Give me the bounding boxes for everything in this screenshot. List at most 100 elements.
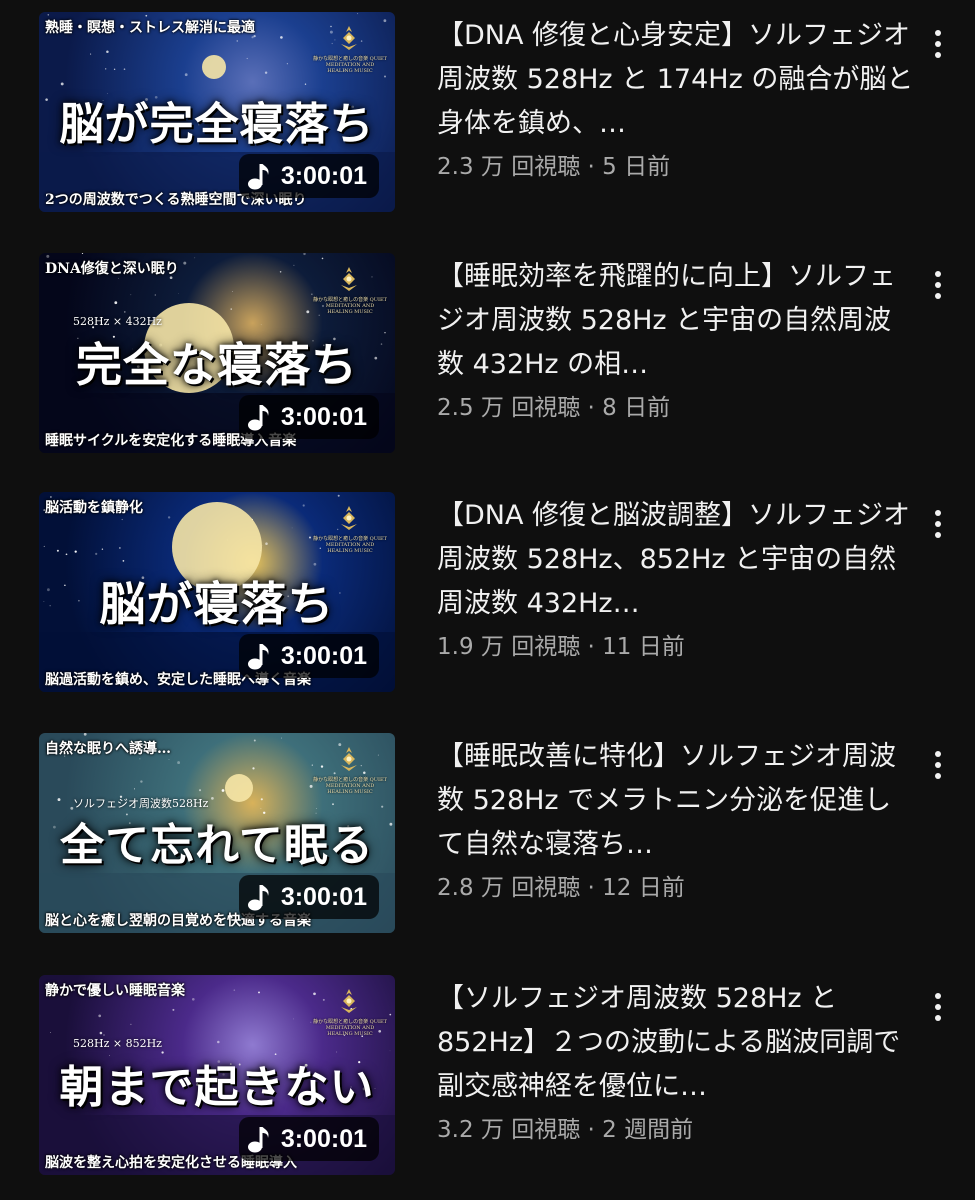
star-shape	[383, 19, 387, 23]
star-shape	[293, 264, 295, 267]
video-item[interactable]: 静かで優しい睡眠音楽 528Hz × 852Hz 朝まで起きない 脳波を整え心拍…	[0, 975, 975, 1175]
channel-emblem-icon	[341, 26, 357, 50]
star-shape	[105, 68, 107, 70]
star-shape	[381, 805, 384, 808]
channel-emblem-icon	[341, 506, 357, 530]
star-shape	[65, 553, 68, 556]
star-shape	[154, 294, 156, 296]
star-shape	[191, 997, 195, 1001]
more-options-icon[interactable]	[922, 741, 954, 789]
star-shape	[47, 14, 50, 16]
star-shape	[280, 36, 283, 39]
video-thumbnail[interactable]: 静かで優しい睡眠音楽 528Hz × 852Hz 朝まで起きない 脳波を整え心拍…	[39, 975, 395, 1175]
star-shape	[168, 759, 170, 760]
star-shape	[101, 548, 104, 550]
star-shape	[320, 765, 324, 768]
video-item[interactable]: DNA修復と深い眠り 528Hz × 432Hz 完全な寝落ち 睡眠サイクルを安…	[0, 253, 975, 453]
video-title[interactable]: 【睡眠改善に特化】ソルフェジオ周波数 528Hz でメラトニン分泌を促進して自然…	[437, 735, 917, 867]
star-shape	[231, 291, 233, 292]
video-title[interactable]: 【DNA 修復と脳波調整】ソルフェジオ周波数 528Hz、852Hz と宇宙の自…	[437, 494, 917, 626]
music-note-icon	[247, 405, 269, 431]
star-shape	[123, 68, 126, 70]
star-shape	[217, 1040, 220, 1044]
thumbnail-top-text: 脳活動を鎮静化	[45, 500, 143, 516]
more-options-icon[interactable]	[922, 983, 954, 1031]
music-note-icon	[247, 644, 269, 670]
video-meta: 【睡眠効率を飛躍的に向上】ソルフェジオ周波数 528Hz と宇宙の自然周波数 4…	[437, 255, 917, 422]
video-title[interactable]: 【ソルフェジオ周波数 528Hz と 852Hz】２つの波動による脳波同調で副交…	[437, 977, 917, 1109]
star-shape	[130, 1023, 132, 1026]
thumbnail-sub-text: 528Hz × 852Hz	[73, 1037, 162, 1050]
star-shape	[183, 261, 187, 265]
star-shape	[90, 53, 92, 55]
star-shape	[211, 797, 214, 800]
star-shape	[279, 271, 282, 273]
video-meta: 【DNA 修復と心身安定】ソルフェジオ周波数 528Hz と 174Hz の融合…	[437, 14, 917, 181]
star-shape	[113, 68, 116, 71]
star-shape	[308, 536, 312, 539]
star-shape	[331, 42, 333, 45]
star-shape	[337, 494, 340, 497]
star-shape	[83, 733, 87, 736]
duration-badge: 3:00:01	[238, 395, 379, 439]
star-shape	[332, 803, 334, 806]
thumbnail-top-text: DNA修復と深い眠り	[45, 261, 179, 277]
star-shape	[280, 737, 283, 739]
star-shape	[330, 25, 332, 28]
star-shape	[95, 552, 98, 555]
star-shape	[363, 771, 366, 775]
star-shape	[311, 764, 313, 766]
channel-emblem-icon	[341, 267, 357, 291]
star-shape	[130, 294, 132, 296]
star-shape	[56, 549, 59, 552]
channel-emblem-caption: 静かな瞑想と癒しの音楽 QUIET MEDITATION AND HEALING…	[313, 56, 387, 74]
more-options-icon[interactable]	[922, 261, 954, 309]
star-shape	[114, 301, 118, 305]
video-list: 熟睡・瞑想・ストレス解消に最適 脳が完全寝落ち 2つの周波数でつくる熟睡空間で深…	[0, 0, 975, 1200]
more-options-icon[interactable]	[922, 20, 954, 68]
star-shape	[50, 1032, 51, 1033]
thumbnail-main-text: 脳が完全寝落ち	[59, 99, 375, 150]
music-note-icon	[247, 1127, 269, 1153]
star-shape	[302, 504, 305, 507]
thumbnail-top-text: 自然な眠りへ誘導…	[45, 741, 171, 757]
star-shape	[99, 1031, 103, 1035]
star-shape	[74, 550, 77, 553]
video-thumbnail[interactable]: DNA修復と深い眠り 528Hz × 432Hz 完全な寝落ち 睡眠サイクルを安…	[39, 253, 395, 453]
video-title[interactable]: 【睡眠効率を飛躍的に向上】ソルフェジオ周波数 528Hz と宇宙の自然周波数 4…	[437, 255, 917, 387]
star-shape	[230, 308, 232, 310]
star-shape	[304, 83, 307, 85]
star-shape	[139, 758, 141, 760]
duration-text: 3:00:01	[280, 1124, 367, 1153]
duration-badge: 3:00:01	[238, 154, 379, 198]
star-shape	[119, 547, 121, 549]
star-shape	[194, 257, 196, 259]
more-options-icon[interactable]	[922, 500, 954, 548]
star-shape	[389, 1013, 392, 1016]
duration-badge: 3:00:01	[238, 875, 379, 919]
channel-emblem-icon	[341, 747, 357, 771]
video-title[interactable]: 【DNA 修復と心身安定】ソルフェジオ周波数 528Hz と 174Hz の融合…	[437, 14, 917, 146]
duration-text: 3:00:01	[280, 402, 367, 431]
star-shape	[313, 562, 317, 566]
music-note-icon	[247, 885, 269, 911]
star-shape	[258, 991, 260, 994]
channel-emblem-caption: 静かな瞑想と癒しの音楽 QUIET MEDITATION AND HEALING…	[313, 536, 387, 554]
star-shape	[121, 518, 123, 521]
star-shape	[184, 73, 188, 77]
star-shape	[221, 789, 225, 792]
video-item[interactable]: 熟睡・瞑想・ストレス解消に最適 脳が完全寝落ち 2つの周波数でつくる熟睡空間で深…	[0, 12, 975, 212]
video-thumbnail[interactable]: 熟睡・瞑想・ストレス解消に最適 脳が完全寝落ち 2つの周波数でつくる熟睡空間で深…	[39, 12, 395, 212]
star-shape	[265, 542, 268, 545]
video-item[interactable]: 自然な眠りへ誘導… ソルフェジオ周波数528Hz 全て忘れて眠る 脳と心を癒し翌…	[0, 733, 975, 933]
video-item[interactable]: 脳活動を鎮静化 脳が寝落ち 脳過活動を鎮め、安定した睡眠へ導く音楽 静かな瞑想と…	[0, 492, 975, 692]
video-thumbnail[interactable]: 自然な眠りへ誘導… ソルフェジオ周波数528Hz 全て忘れて眠る 脳と心を癒し翌…	[39, 733, 395, 933]
channel-emblem-caption: 静かな瞑想と癒しの音楽 QUIET MEDITATION AND HEALING…	[313, 1019, 387, 1037]
video-thumbnail[interactable]: 脳活動を鎮静化 脳が寝落ち 脳過活動を鎮め、安定した睡眠へ導く音楽 静かな瞑想と…	[39, 492, 395, 692]
duration-badge: 3:00:01	[238, 1117, 379, 1161]
video-stats: 2.8 万 回視聴 · 12 日前	[437, 875, 685, 901]
star-shape	[81, 253, 84, 255]
star-shape	[260, 798, 263, 801]
moon-shape	[225, 774, 253, 802]
moon-shape	[202, 55, 226, 79]
